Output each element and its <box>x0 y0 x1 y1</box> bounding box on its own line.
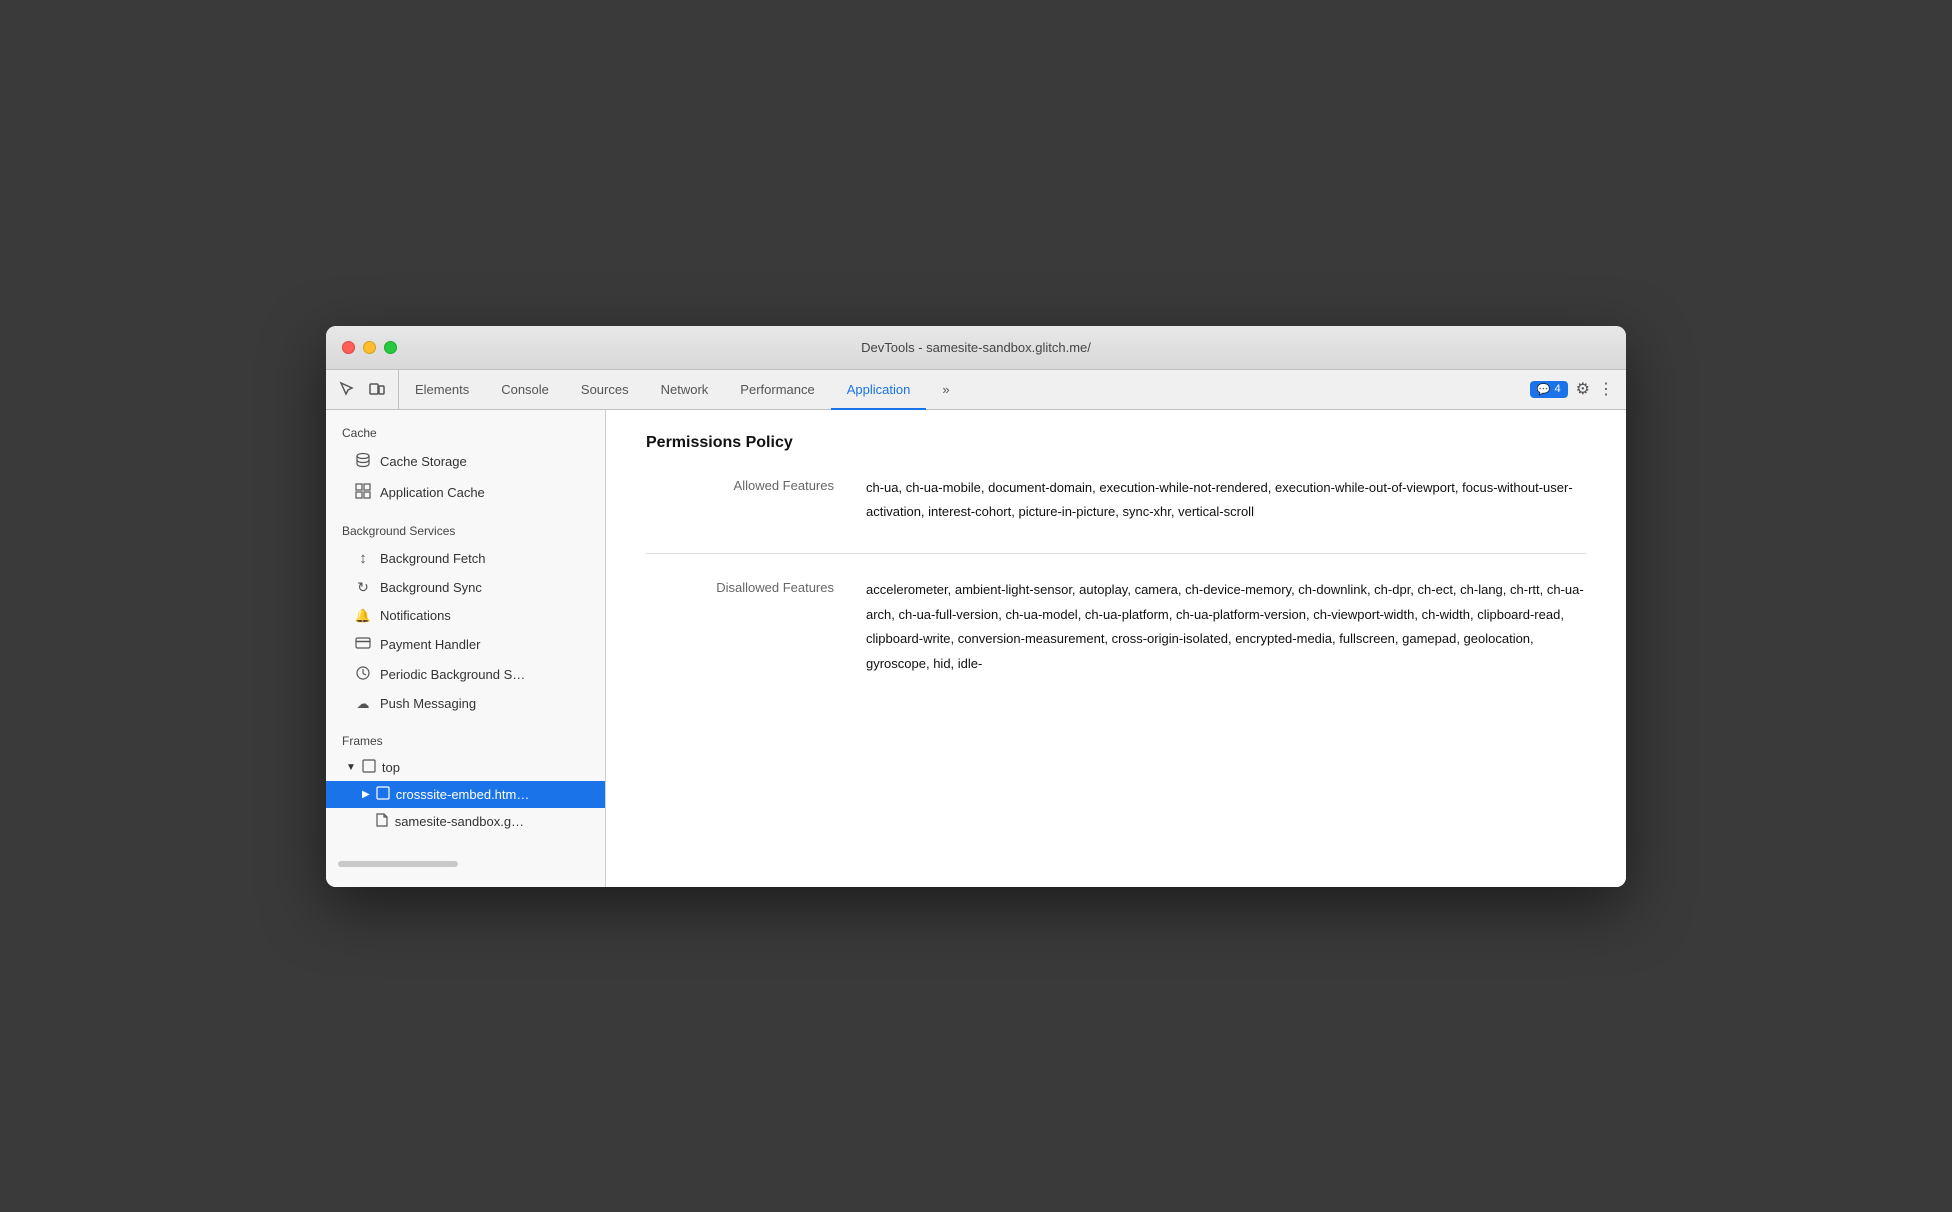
arrow-down-icon: ▼ <box>346 762 356 773</box>
notifications-label: Notifications <box>380 608 589 623</box>
arrow-right-icon: ▶ <box>362 789 370 800</box>
tab-performance[interactable]: Performance <box>724 371 830 410</box>
close-button[interactable] <box>342 341 355 354</box>
sidebar-item-background-fetch[interactable]: ↕ Background Fetch <box>326 544 605 573</box>
periodic-background-sync-label: Periodic Background S… <box>380 667 589 682</box>
bell-icon: 🔔 <box>354 608 372 624</box>
maximize-button[interactable] <box>384 341 397 354</box>
sidebar: Cache Cache Storage <box>326 410 606 887</box>
window-title: DevTools - samesite-sandbox.glitch.me/ <box>861 340 1091 355</box>
background-sync-label: Background Sync <box>380 580 589 595</box>
cloud-icon: ☁ <box>354 696 372 712</box>
notification-badge[interactable]: 💬 4 <box>1530 381 1568 398</box>
card-icon <box>354 636 372 653</box>
sidebar-item-notifications[interactable]: 🔔 Notifications <box>326 602 605 630</box>
inspect-icon[interactable] <box>334 376 360 402</box>
crosssite-embed-label: crosssite-embed.htm… <box>396 787 530 802</box>
tabs: Elements Console Sources Network Perform… <box>399 370 1518 409</box>
database-icon <box>354 452 372 471</box>
sidebar-item-payment-handler[interactable]: Payment Handler <box>326 630 605 659</box>
sidebar-item-background-sync[interactable]: ↻ Background Sync <box>326 573 605 602</box>
tree-item-samesite-sandbox[interactable]: ▶ samesite-sandbox.g… <box>326 808 605 835</box>
frame-icon <box>362 759 376 776</box>
traffic-lights <box>342 341 397 354</box>
sidebar-item-periodic-background-sync[interactable]: Periodic Background S… <box>326 659 605 690</box>
content-panel: Permissions Policy Allowed Features ch-u… <box>606 410 1626 887</box>
sidebar-item-push-messaging[interactable]: ☁ Push Messaging <box>326 690 605 718</box>
policy-section-allowed: Allowed Features ch-ua, ch-ua-mobile, do… <box>646 476 1586 525</box>
top-frame-label: top <box>382 760 400 775</box>
sidebar-section-bg-services-label: Background Services <box>326 508 605 544</box>
minimize-button[interactable] <box>363 341 376 354</box>
doc-icon <box>376 813 389 830</box>
notification-icon: 💬 <box>1537 383 1551 396</box>
samesite-sandbox-label: samesite-sandbox.g… <box>395 814 524 829</box>
push-messaging-label: Push Messaging <box>380 696 589 711</box>
allowed-features-label: Allowed Features <box>646 476 866 525</box>
arrows-updown-icon: ↕ <box>354 550 372 567</box>
title-bar: DevTools - samesite-sandbox.glitch.me/ <box>326 326 1626 370</box>
sidebar-item-cache-storage[interactable]: Cache Storage <box>326 446 605 477</box>
application-cache-label: Application Cache <box>380 485 589 500</box>
sync-icon: ↻ <box>354 579 372 596</box>
main-content: Cache Cache Storage <box>326 410 1626 887</box>
device-toggle-icon[interactable] <box>364 376 390 402</box>
cache-storage-label: Cache Storage <box>380 454 589 469</box>
panel-title: Permissions Policy <box>646 434 1586 452</box>
toolbar: Elements Console Sources Network Perform… <box>326 370 1626 410</box>
payment-handler-label: Payment Handler <box>380 637 589 652</box>
tab-elements[interactable]: Elements <box>399 371 485 410</box>
policy-section-disallowed: Disallowed Features accelerometer, ambie… <box>646 578 1586 677</box>
frame-icon-embed <box>376 786 390 803</box>
devtools-window: DevTools - samesite-sandbox.glitch.me/ E… <box>326 326 1626 887</box>
tab-sources[interactable]: Sources <box>565 371 645 410</box>
notification-count: 4 <box>1555 383 1561 395</box>
tab-network[interactable]: Network <box>645 371 725 410</box>
tab-more[interactable]: » <box>926 371 965 410</box>
disallowed-features-value: accelerometer, ambient-light-sensor, aut… <box>866 578 1586 677</box>
tree-item-top[interactable]: ▼ top <box>326 754 605 781</box>
settings-icon[interactable]: ⚙ <box>1576 379 1590 399</box>
tab-console[interactable]: Console <box>485 371 565 410</box>
clock-icon <box>354 665 372 684</box>
tree-item-crosssite-embed[interactable]: ▶ crosssite-embed.htm… <box>326 781 605 808</box>
grid-icon <box>354 483 372 502</box>
divider <box>646 553 1586 554</box>
toolbar-left-icons <box>326 370 399 409</box>
disallowed-features-label: Disallowed Features <box>646 578 866 677</box>
sidebar-section-cache-label: Cache <box>326 410 605 446</box>
sidebar-section-frames-label: Frames <box>326 718 605 754</box>
toolbar-right: 💬 4 ⚙ ⋮ <box>1518 370 1626 409</box>
more-icon[interactable]: ⋮ <box>1598 379 1614 399</box>
background-fetch-label: Background Fetch <box>380 551 589 566</box>
allowed-features-value: ch-ua, ch-ua-mobile, document-domain, ex… <box>866 476 1586 525</box>
tab-application[interactable]: Application <box>831 371 927 410</box>
sidebar-item-application-cache[interactable]: Application Cache <box>326 477 605 508</box>
